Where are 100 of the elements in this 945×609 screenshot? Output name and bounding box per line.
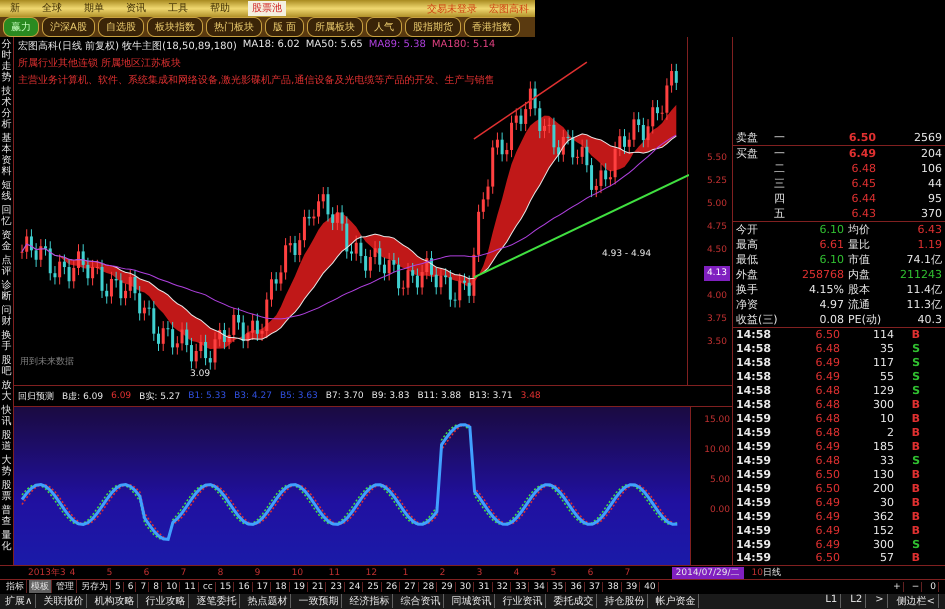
market-tab[interactable]: 股指期货 xyxy=(405,17,462,37)
stat-value: 211243 xyxy=(900,268,942,281)
toolbar-button[interactable]: 另存为 xyxy=(79,580,111,594)
toolbar-button[interactable]: 10 xyxy=(164,582,180,592)
trade-side: B xyxy=(910,426,920,440)
side-tab[interactable]: 问财 xyxy=(2,305,12,327)
market-tab[interactable]: 所属板块 xyxy=(307,17,364,37)
order-price: 6.48 xyxy=(850,162,876,175)
side-tab[interactable]: 量化 xyxy=(2,530,12,552)
toolbar-button[interactable]: 5 xyxy=(113,582,124,592)
toolbar-button[interactable]: 39 xyxy=(624,582,640,592)
side-tab[interactable]: 基本资料 xyxy=(2,133,12,177)
toolbar-button[interactable]: 37 xyxy=(586,582,604,592)
toolbar-button[interactable]: 11 xyxy=(182,582,199,592)
toolbar-button[interactable]: 管理 xyxy=(54,580,77,594)
trade-volume: 33 xyxy=(879,454,894,467)
side-tab[interactable]: 短线 xyxy=(2,180,12,202)
market-tab[interactable]: 热门板块 xyxy=(206,17,262,37)
toolbar-button[interactable]: 40 xyxy=(642,582,659,592)
menu-item[interactable]: 期单 xyxy=(80,1,108,16)
toolbar-button[interactable]: 6 xyxy=(126,582,136,592)
order-rank-label: 三 xyxy=(774,176,786,191)
side-tab[interactable]: 回忆 xyxy=(2,205,12,227)
bottom-tab[interactable]: 经济指标 xyxy=(346,594,394,608)
toolbar-button[interactable]: 35 xyxy=(550,582,566,592)
zoom-button[interactable]: − xyxy=(910,582,922,592)
side-tab[interactable]: 诊断 xyxy=(2,280,12,302)
toolbar-button[interactable]: 27 xyxy=(402,582,419,592)
menu-item[interactable]: 全球 xyxy=(38,1,66,16)
panel-button[interactable]: L2 xyxy=(847,594,866,608)
toolbar-button[interactable]: 21 xyxy=(310,582,326,592)
bottom-tab[interactable]: 热点题材 xyxy=(244,594,292,608)
side-tab[interactable]: 股吧 xyxy=(2,355,12,377)
toolbar-button[interactable]: 18 xyxy=(273,582,290,592)
bottom-tab[interactable]: 委托成交 xyxy=(550,594,598,608)
side-tab[interactable]: 放大 xyxy=(2,380,12,402)
side-tab[interactable]: 换手 xyxy=(2,330,12,352)
side-tab[interactable]: 股道 xyxy=(2,430,12,452)
panel-button[interactable]: 侧边栏< xyxy=(894,594,939,608)
menu-item[interactable]: 股票池 xyxy=(248,1,286,16)
bottom-tab[interactable]: 关联报价 xyxy=(40,594,88,608)
side-tab[interactable]: 分时走势 xyxy=(2,39,12,83)
bottom-tab[interactable]: 一致预期 xyxy=(295,594,342,608)
bottom-tab[interactable]: 行业资讯 xyxy=(499,594,546,608)
menu-item[interactable]: 新 xyxy=(6,1,24,16)
toolbar-button[interactable]: 19 xyxy=(292,582,308,592)
side-tab[interactable]: 点评 xyxy=(2,255,12,277)
toolbar-button[interactable]: 26 xyxy=(384,582,400,592)
date-axis-label: 9 xyxy=(254,568,262,578)
menu-item[interactable]: 资讯 xyxy=(122,1,150,16)
toolbar-button[interactable]: 8 xyxy=(151,582,162,592)
market-tab[interactable]: 版 面 xyxy=(264,17,304,37)
toolbar-button[interactable]: 34 xyxy=(531,582,548,592)
toolbar-button[interactable]: 17 xyxy=(254,582,272,592)
toolbar-button[interactable]: 28 xyxy=(420,582,438,592)
side-tab[interactable]: 股票 xyxy=(2,480,12,502)
forecast-value: B5: 3.63 xyxy=(280,391,318,401)
market-tab[interactable]: 人气 xyxy=(366,17,402,37)
bottom-tab[interactable]: 同城资讯 xyxy=(448,594,496,608)
toolbar-button[interactable]: 模板 xyxy=(29,580,52,594)
market-tab[interactable]: 自选股 xyxy=(98,17,144,37)
toolbar-button[interactable]: 15 xyxy=(218,582,234,592)
toolbar-button[interactable]: 16 xyxy=(236,582,253,592)
menu-item[interactable]: 工具 xyxy=(164,1,192,16)
side-tab[interactable]: 大势 xyxy=(2,455,12,477)
toolbar-button[interactable]: 33 xyxy=(513,582,530,592)
bottom-tab[interactable]: 行业攻略 xyxy=(142,594,190,608)
toolbar-button[interactable]: 7 xyxy=(138,582,150,592)
panel-button[interactable]: > xyxy=(872,594,888,608)
menu-item[interactable]: 帮助 xyxy=(206,1,234,16)
market-tab[interactable]: 香港指数 xyxy=(464,17,520,37)
toolbar-button[interactable]: 36 xyxy=(568,582,585,592)
market-tab[interactable]: 沪深A股 xyxy=(42,17,95,37)
toolbar-button[interactable]: 38 xyxy=(605,582,622,592)
trade-price: 6.48 xyxy=(814,342,840,356)
toolbar-button[interactable]: 31 xyxy=(476,582,493,592)
zoom-button[interactable]: + xyxy=(891,582,904,592)
toolbar-button[interactable]: 25 xyxy=(365,582,382,592)
toolbar-button[interactable]: 指标 xyxy=(4,580,27,594)
bottom-tab[interactable]: 帐户资金 xyxy=(652,594,700,608)
toolbar-button[interactable]: 30 xyxy=(458,582,474,592)
bottom-tab[interactable]: 逐笔委托 xyxy=(193,594,240,608)
toolbar-button[interactable]: 24 xyxy=(346,582,364,592)
side-tab[interactable]: 普查 xyxy=(2,505,12,527)
bottom-tab[interactable]: 扩展∧ xyxy=(2,594,36,608)
zoom-button[interactable]: 0 xyxy=(928,582,939,592)
toolbar-button[interactable]: 32 xyxy=(494,582,511,592)
bottom-tab[interactable]: 综合资讯 xyxy=(397,594,444,608)
stat-label: 均价 xyxy=(848,222,871,237)
side-tab[interactable]: 技术分析 xyxy=(2,86,12,130)
toolbar-button[interactable]: 29 xyxy=(439,582,456,592)
market-tab[interactable]: 板块指数 xyxy=(146,17,203,37)
toolbar-button[interactable]: cc xyxy=(200,582,216,592)
side-tab[interactable]: 资金 xyxy=(2,230,12,252)
bottom-tab[interactable]: 机构攻略 xyxy=(91,594,138,608)
bottom-tab[interactable]: 持仓股份 xyxy=(601,594,648,608)
side-tab[interactable]: 快讯 xyxy=(2,405,12,427)
toolbar-button[interactable]: 23 xyxy=(328,582,345,592)
panel-button[interactable]: L1 xyxy=(822,594,842,608)
market-tab[interactable]: 赢力 xyxy=(3,17,39,37)
